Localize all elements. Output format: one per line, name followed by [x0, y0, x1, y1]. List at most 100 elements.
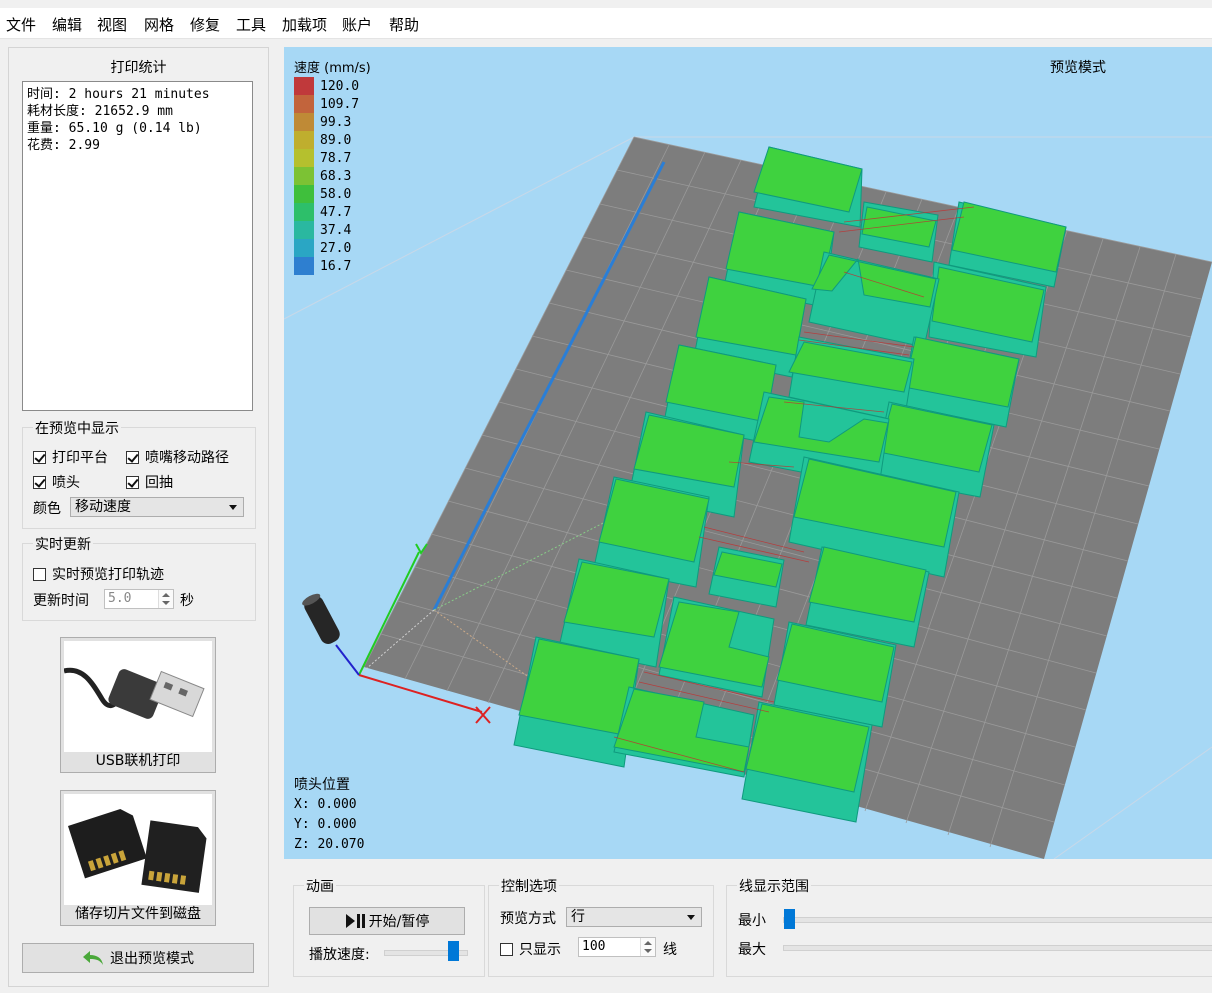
travel-label: 喷嘴移动路径	[145, 450, 229, 466]
interval-label: 更新时间	[33, 593, 89, 609]
legend-swatch	[294, 257, 314, 275]
retraction-checkbox[interactable]: 回抽	[126, 472, 173, 492]
legend-value: 68.3	[320, 168, 352, 184]
preview-display-title: 在预览中显示	[33, 418, 121, 438]
only-show-check-icon	[500, 942, 513, 956]
travel-checkbox[interactable]: 喷嘴移动路径	[126, 447, 229, 467]
bottom-controls: 动画 开始/暂停 播放速度: 控制选项 预览方式 行 只显示 100 线 线显示…	[284, 862, 1212, 985]
preview-method-value: 行	[571, 909, 585, 925]
spin-up-icon	[162, 593, 170, 597]
menu-help[interactable]: 帮助	[389, 14, 419, 35]
chevron-down-icon	[229, 505, 237, 510]
usb-cable-image	[64, 641, 212, 752]
spin-buttons[interactable]	[640, 938, 655, 956]
stat-cost: 花费: 2.99	[27, 138, 100, 153]
legend-row: 58.0	[294, 185, 359, 203]
save-to-disk-button[interactable]: 储存切片文件到磁盘	[60, 790, 216, 926]
spin-buttons[interactable]	[158, 590, 173, 608]
stat-time: 时间: 2 hours 21 minutes	[27, 87, 210, 102]
legend-swatch	[294, 185, 314, 203]
realtime-title: 实时更新	[33, 534, 93, 554]
menu-addons[interactable]: 加载项	[282, 14, 327, 35]
speed-legend: 120.0 109.7 99.3 89.0 78.7 68.3 58.0 47.7 37.4 27…	[294, 77, 359, 275]
range-min-slider[interactable]	[783, 917, 1212, 923]
legend-value: 47.7	[320, 204, 352, 220]
interval-unit: 秒	[180, 593, 194, 609]
menu-repair[interactable]: 修复	[190, 14, 220, 35]
legend-row: 89.0	[294, 131, 359, 149]
legend-swatch	[294, 203, 314, 221]
menu-mesh[interactable]: 网格	[144, 14, 174, 35]
nozzle-checkbox[interactable]: 喷头	[33, 472, 80, 492]
range-min-label: 最小	[738, 913, 766, 929]
legend-swatch	[294, 131, 314, 149]
retraction-check-icon	[126, 475, 139, 489]
preview-viewport[interactable]: 速度 (mm/s) 120.0 109.7 99.3 89.0 78.7 68.3 58.0…	[284, 47, 1212, 859]
preview-display-group: 在预览中显示 打印平台 喷嘴移动路径 喷头 回抽 颜色 移动速度	[22, 418, 256, 529]
preview-method-select[interactable]: 行	[566, 907, 702, 927]
chevron-down-icon	[687, 915, 695, 920]
live-preview-checkbox[interactable]: 实时预览打印轨迹	[33, 564, 164, 584]
legend-swatch	[294, 221, 314, 239]
legend-value: 27.0	[320, 240, 352, 256]
menu-file[interactable]: 文件	[6, 14, 36, 35]
live-preview-label: 实时预览打印轨迹	[52, 567, 164, 583]
nozzle-check-icon	[33, 475, 46, 489]
nozzle-position-title: 喷头位置	[294, 777, 350, 793]
z-axis	[335, 644, 360, 676]
animation-group: 动画 开始/暂停 播放速度:	[293, 876, 485, 977]
legend-swatch	[294, 113, 314, 131]
menu-bar: 文件 编辑 视图 网格 修复 工具 加载项 账户 帮助	[0, 8, 1212, 39]
preview-mode-label: 预览模式	[1050, 60, 1106, 76]
scene-canvas[interactable]	[284, 47, 1212, 859]
range-max-slider[interactable]	[783, 945, 1212, 951]
legend-row: 99.3	[294, 113, 359, 131]
menu-edit[interactable]: 编辑	[52, 14, 82, 35]
legend-swatch	[294, 77, 314, 95]
only-show-value: 100	[582, 939, 606, 954]
legend-value: 37.4	[320, 222, 352, 238]
exit-preview-label: 退出预览模式	[110, 951, 194, 967]
live-preview-check-icon	[33, 567, 46, 581]
color-select-value: 移动速度	[75, 499, 131, 515]
play-pause-label: 开始/暂停	[368, 914, 430, 930]
build-plate-label: 打印平台	[52, 450, 108, 466]
build-plate-check-icon	[33, 450, 46, 464]
legend-swatch	[294, 149, 314, 167]
interval-spinbox[interactable]: 5.0	[104, 589, 174, 609]
line-range-title: 线显示范围	[737, 876, 811, 896]
print-stats-box: 时间: 2 hours 21 minutes 耗材长度: 21652.9 mm …	[22, 81, 253, 411]
playback-speed-thumb[interactable]	[447, 941, 459, 961]
menu-view[interactable]: 视图	[97, 14, 127, 35]
realtime-group: 实时更新 实时预览打印轨迹 更新时间 5.0 秒	[22, 534, 256, 621]
exit-preview-button[interactable]: 退出预览模式	[22, 943, 254, 973]
only-show-label: 只显示	[519, 942, 561, 958]
save-to-disk-label: 储存切片文件到磁盘	[75, 906, 201, 922]
legend-value: 78.7	[320, 150, 352, 166]
box-edge	[1053, 746, 1212, 859]
legend-value: 120.0	[320, 78, 360, 94]
legend-value: 58.0	[320, 186, 352, 202]
legend-row: 68.3	[294, 167, 359, 185]
left-panel: 打印统计 时间: 2 hours 21 minutes 耗材长度: 21652.…	[8, 47, 269, 987]
menu-account[interactable]: 账户	[342, 14, 372, 35]
retraction-label: 回抽	[145, 475, 173, 491]
stat-filament: 耗材长度: 21652.9 mm	[27, 104, 173, 119]
usb-print-label: USB联机打印	[95, 753, 181, 769]
nozzle-model	[302, 593, 340, 644]
only-show-checkbox[interactable]: 只显示	[500, 939, 561, 959]
control-options-group: 控制选项 预览方式 行 只显示 100 线	[488, 876, 714, 977]
usb-print-button[interactable]: USB联机打印	[60, 637, 216, 773]
color-label: 颜色	[33, 501, 61, 517]
range-min-thumb[interactable]	[784, 909, 795, 929]
spin-down-icon	[644, 949, 652, 953]
only-show-spinbox[interactable]: 100	[578, 937, 656, 957]
menu-tools[interactable]: 工具	[236, 14, 266, 35]
legend-swatch	[294, 167, 314, 185]
preview-method-label: 预览方式	[500, 911, 556, 927]
legend-row: 47.7	[294, 203, 359, 221]
legend-value: 16.7	[320, 258, 352, 274]
play-pause-button[interactable]: 开始/暂停	[309, 907, 465, 935]
build-plate-checkbox[interactable]: 打印平台	[33, 447, 108, 467]
color-select[interactable]: 移动速度	[70, 497, 244, 517]
